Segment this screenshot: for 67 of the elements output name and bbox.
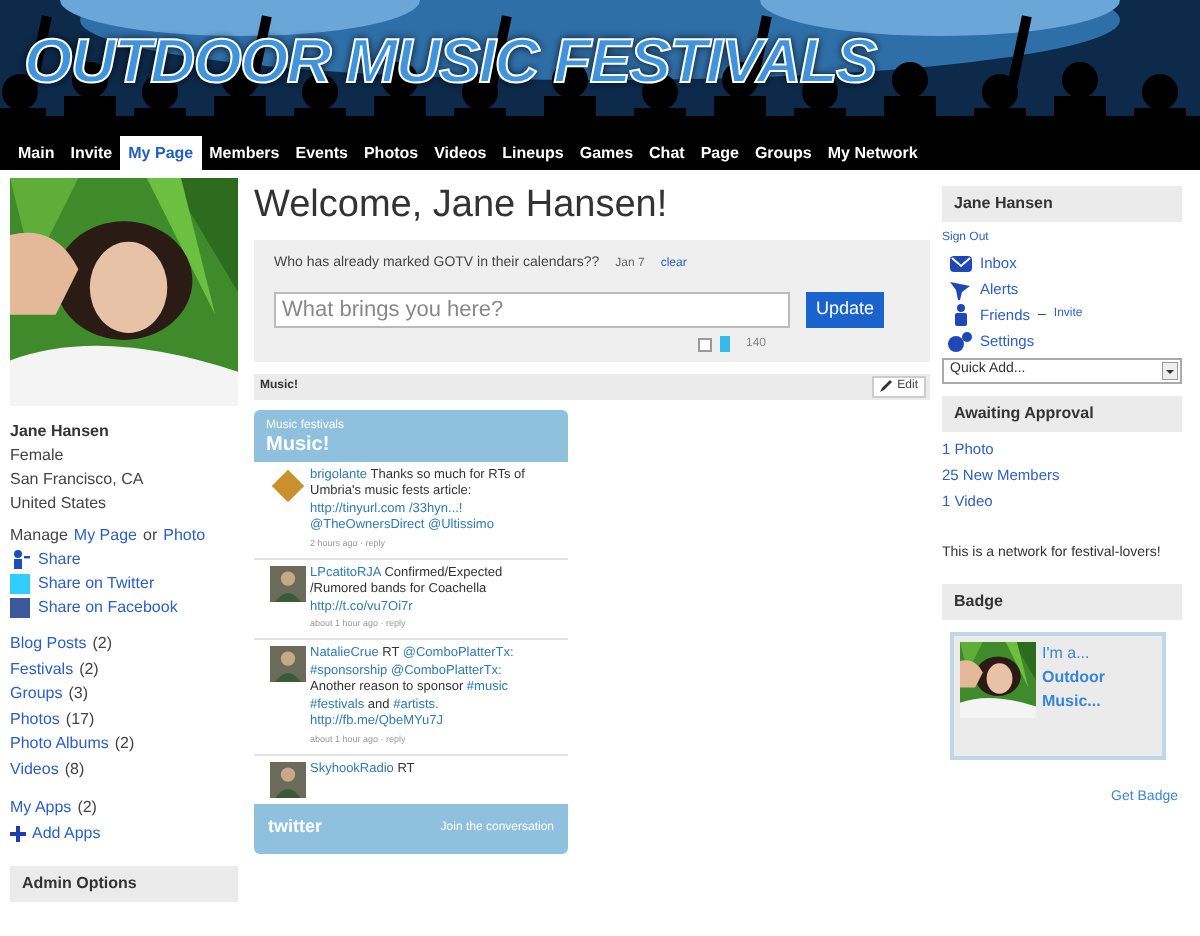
update-button[interactable]: Update — [806, 291, 885, 327]
content-link[interactable]: Festivals — [10, 657, 74, 682]
or-label: or — [143, 524, 158, 548]
avatar-icon — [270, 646, 306, 682]
profile-name: Jane Hansen — [10, 420, 111, 444]
pencil-icon — [879, 380, 892, 392]
nav-tab[interactable]: Chat — [641, 136, 693, 170]
profile-detail: Female — [10, 444, 66, 468]
person-plus-icon — [10, 550, 30, 570]
nav-tab[interactable]: Page — [692, 136, 747, 170]
content-link[interactable]: Groups — [10, 682, 63, 707]
nav-tab[interactable]: Invite — [62, 136, 121, 170]
avatar-icon — [270, 467, 306, 503]
nav-tab[interactable]: My Network — [819, 136, 926, 170]
apps-count: (2) — [77, 796, 97, 820]
photo-link[interactable]: Photo — [163, 524, 206, 548]
content-count: (3) — [68, 682, 89, 706]
share-link[interactable]: Share — [38, 548, 81, 572]
share-link[interactable]: Share on Facebook — [38, 596, 178, 620]
nav-tab[interactable]: Members — [201, 136, 288, 170]
plus-icon — [10, 825, 26, 841]
profile-detail: San Francisco, CA — [10, 468, 146, 492]
profile-detail: United States — [10, 492, 109, 516]
add-apps-link[interactable]: Add Apps — [32, 820, 101, 846]
flag-icon — [950, 279, 970, 299]
person-icon — [953, 304, 967, 326]
nav-tab[interactable]: Main — [10, 136, 63, 170]
my-apps-link[interactable]: My Apps — [10, 794, 72, 820]
nav-tab[interactable]: Videos — [426, 136, 495, 170]
badge-line: Music... — [1042, 690, 1103, 714]
tweet-checkbox[interactable] — [698, 337, 712, 351]
envelope-icon — [949, 255, 971, 271]
status-input[interactable]: What brings you here? — [274, 291, 790, 327]
nav-tab[interactable]: Photos — [355, 136, 427, 170]
section-header: Jane Hansen — [942, 186, 1182, 222]
nav-tab[interactable]: Lineups — [494, 136, 572, 170]
facebook-icon — [10, 598, 30, 618]
section-header: Awaiting Approval — [942, 396, 1182, 432]
section-header: Admin Options — [10, 866, 238, 902]
content-count: (2) — [92, 632, 113, 656]
dropdown-icon — [1162, 362, 1178, 380]
badge-card[interactable]: I'm a... Outdoor Music... — [950, 632, 1166, 760]
nav-tab[interactable]: Groups — [746, 136, 820, 170]
content-count: (2) — [79, 657, 99, 682]
twitter-icon — [720, 336, 730, 352]
content-link[interactable]: Photos — [10, 707, 60, 732]
my-page-link[interactable]: My Page — [73, 524, 137, 548]
manage-label: Manage — [10, 524, 68, 548]
twitter-icon — [10, 574, 30, 594]
nav-tab[interactable]: My Page — [120, 136, 202, 170]
avatar-icon — [270, 761, 306, 797]
widget-title: Music! — [266, 433, 332, 457]
nav-tab[interactable]: Events — [287, 136, 356, 170]
content-link[interactable]: Photo Albums — [10, 732, 109, 757]
badge-line: I'm a... — [1042, 642, 1092, 666]
content-count: (17) — [65, 707, 95, 732]
nav-tab[interactable]: Games — [571, 136, 642, 170]
share-link[interactable]: Share on Twitter — [38, 572, 155, 596]
welcome-heading: Welcome, Jane Hansen! — [254, 182, 670, 230]
section-header: Badge — [942, 584, 1182, 620]
content-count: (8) — [64, 757, 85, 782]
avatar-icon — [270, 565, 306, 601]
twitter-logo: twitter — [268, 814, 322, 841]
content-link[interactable]: Videos — [10, 757, 59, 782]
badge-line: Outdoor — [1042, 666, 1106, 690]
content-count: (2) — [114, 732, 135, 756]
content-link[interactable]: Blog Posts — [10, 632, 87, 657]
